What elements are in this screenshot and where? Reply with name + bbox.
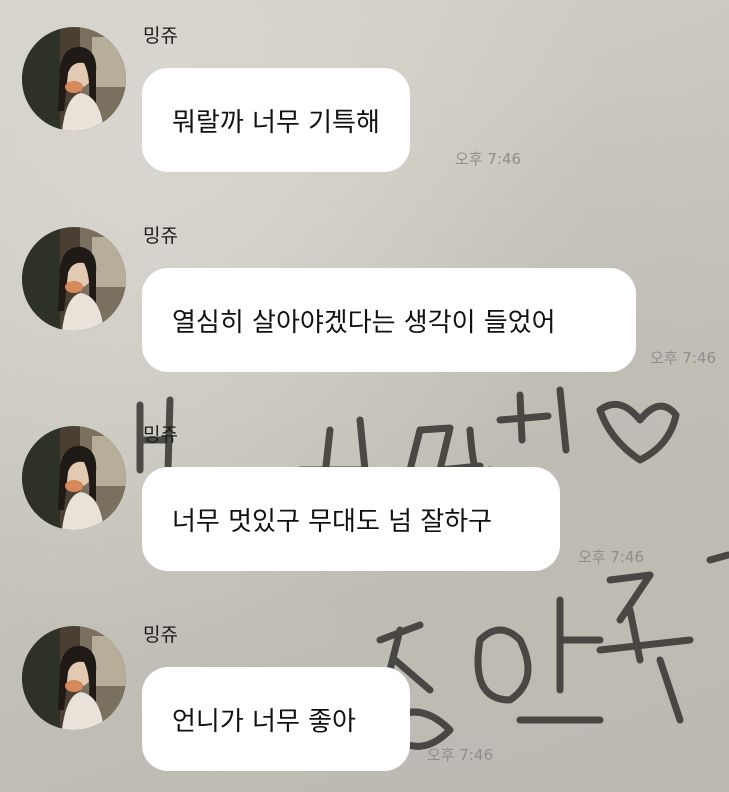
message-bubble[interactable]: 뭐랄까 너무 기특해 <box>142 68 410 172</box>
message-timestamp: 오후 7:46 <box>427 746 494 764</box>
sender-avatar[interactable] <box>22 426 126 530</box>
sender-name: 밍쥬 <box>143 624 178 646</box>
message-timestamp: 오후 7:46 <box>578 548 645 566</box>
avatar-photo-icon <box>22 426 126 530</box>
message-timestamp: 오후 7:46 <box>455 150 522 168</box>
avatar-photo-icon <box>22 227 126 331</box>
sender-avatar[interactable] <box>22 27 126 131</box>
message-bubble[interactable]: 열심히 살아야겠다는 생각이 들었어 <box>142 268 636 372</box>
message-timestamp: 오후 7:46 <box>650 349 717 367</box>
message-bubble[interactable]: 언니가 너무 좋아 <box>142 667 410 771</box>
sender-name: 밍쥬 <box>143 25 178 47</box>
avatar-photo-icon <box>22 626 126 730</box>
message-bubble[interactable]: 너무 멋있구 무대도 넘 잘하구 <box>142 467 560 571</box>
sender-name: 밍쥬 <box>143 225 178 247</box>
sender-name: 밍쥬 <box>143 424 178 446</box>
sender-avatar[interactable] <box>22 227 126 331</box>
avatar-photo-icon <box>22 27 126 131</box>
sender-avatar[interactable] <box>22 626 126 730</box>
